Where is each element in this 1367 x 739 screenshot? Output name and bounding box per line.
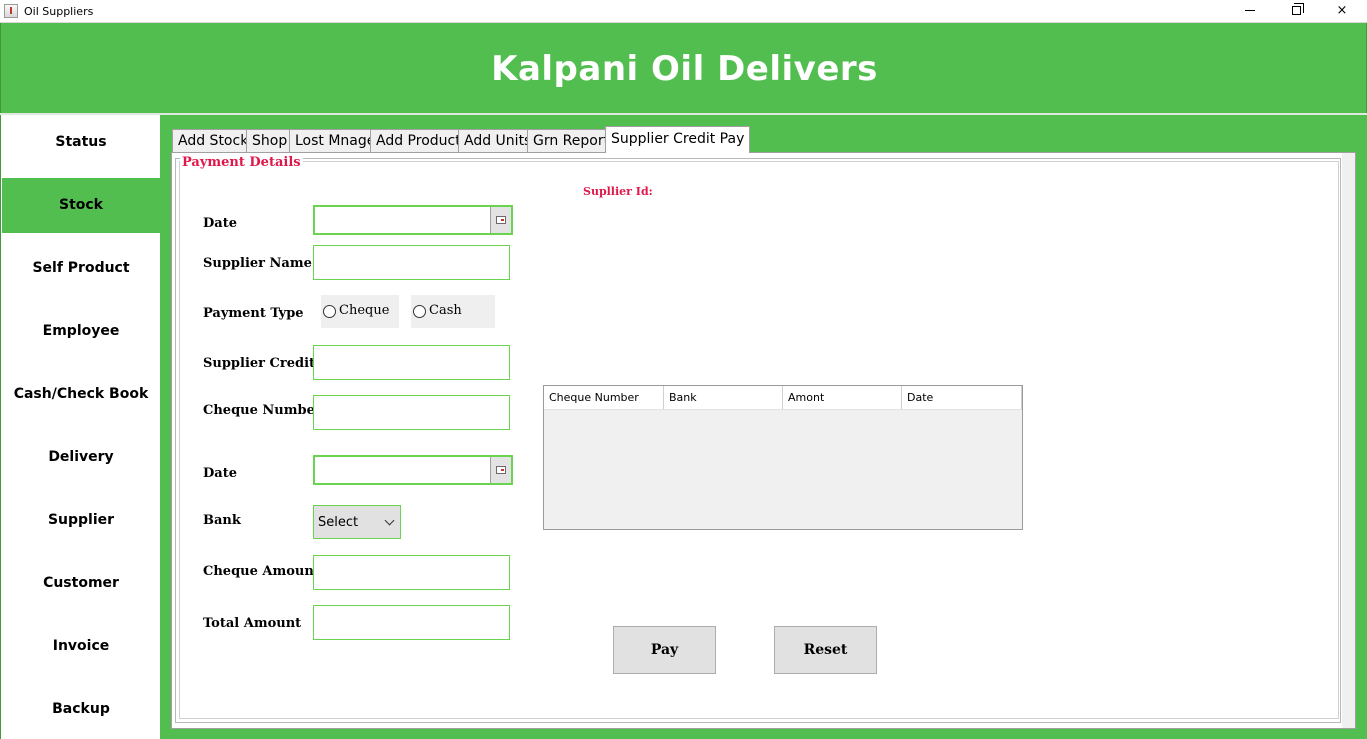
cheque-date-picker [313,455,513,485]
date-input[interactable] [315,207,491,233]
bank-label: Bank [203,513,241,528]
app-title: Kalpani Oil Delivers [491,49,878,89]
restore-icon [1291,3,1304,15]
app-header: Kalpani Oil Delivers [0,23,1367,113]
sidebar-item-backup[interactable]: Backup [2,682,160,737]
window-title: Oil Suppliers [24,5,94,18]
cheque-radio[interactable]: Cheque [321,295,399,328]
sidebar-item-supplier[interactable]: Supplier [2,493,160,548]
supplier-name-field[interactable] [313,245,510,280]
tab-lost-mnage[interactable]: Lost Mnage [289,129,382,153]
cash-radio-label: Cash [429,303,462,318]
column-header-date[interactable]: Date [902,386,1022,410]
supplier-id-label: Supllier Id: [583,185,653,198]
group-title: Payment Details [180,155,303,170]
bank-select-value: Select [318,515,359,530]
cheque-number-field[interactable] [313,395,510,430]
date-label: Date [203,216,237,231]
sidebar-item-self-product[interactable]: Self Product [2,241,160,296]
sidebar-item-customer[interactable]: Customer [2,556,160,611]
sidebar: Status Stock Self Product Employee Cash/… [0,115,160,739]
tab-add-stock[interactable]: Add Stock [172,129,255,153]
cheque-amount-field[interactable] [313,555,510,590]
java-app-icon [4,4,18,18]
supplier-name-label: Supplier Name [203,256,312,271]
total-amount-label: Total Amount [203,616,302,631]
sidebar-item-invoice[interactable]: Invoice [2,619,160,674]
cheque-radio-label: Cheque [339,303,390,318]
calendar-icon [496,216,506,224]
tab-supplier-credit-pay[interactable]: Supplier Credit Pay [605,126,751,153]
chevron-down-icon [384,515,395,526]
cheque-number-label: Cheque Number [203,403,322,418]
cash-radio-circle[interactable] [413,305,426,318]
cheque-date-label: Date [203,466,237,481]
panel-scrollbar[interactable] [1342,153,1355,728]
calendar-button[interactable] [490,207,511,233]
tab-grn-report[interactable]: Grn Report [527,129,616,153]
column-header-amont[interactable]: Amont [783,386,902,410]
close-icon: × [1336,3,1348,18]
bank-select[interactable]: Select [313,505,401,539]
cheque-date-input[interactable] [315,457,491,483]
cheque-amount-label: Cheque Amount [203,564,320,579]
restore-button[interactable] [1273,0,1319,22]
supplier-credit-label: Supplier Credit [203,356,316,371]
payment-type-label: Payment Type [203,306,304,321]
column-header-bank[interactable]: Bank [664,386,783,410]
reset-button[interactable]: Reset [774,626,877,674]
close-button[interactable]: × [1319,0,1365,22]
window-title-bar: Oil Suppliers × [0,0,1367,23]
calendar-icon [496,466,506,474]
tab-add-units[interactable]: Add Units [458,129,538,153]
cheque-radio-circle[interactable] [323,305,336,318]
cheque-calendar-button[interactable] [490,457,511,483]
minimize-button[interactable] [1227,0,1273,22]
supplier-credit-field[interactable] [313,345,510,380]
sidebar-item-cash-check-book[interactable]: Cash/Check Book [2,367,160,422]
cheque-table[interactable]: Cheque Number Bank Amont Date [543,385,1023,530]
column-header-cheque-number[interactable]: Cheque Number [544,386,664,410]
cash-radio[interactable]: Cash [411,295,495,328]
pay-button[interactable]: Pay [613,626,716,674]
sidebar-item-status[interactable]: Status [2,115,160,170]
tab-add-product[interactable]: Add Product [370,129,467,153]
total-amount-field[interactable] [313,605,510,640]
sidebar-item-delivery[interactable]: Delivery [2,430,160,485]
tab-shop[interactable]: Shop [246,129,294,153]
minimize-icon [1245,10,1255,11]
sidebar-item-stock[interactable]: Stock [2,178,160,233]
date-picker [313,205,513,235]
sidebar-item-employee[interactable]: Employee [2,304,160,359]
